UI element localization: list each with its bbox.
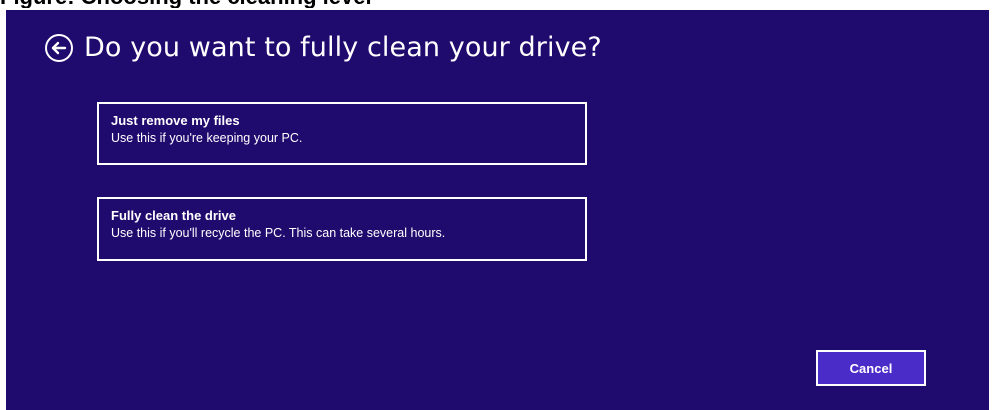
back-arrow-circle-icon[interactable] [44,33,74,63]
option-title: Just remove my files [111,113,240,128]
fully-clean-drive-option[interactable]: Fully clean the drive Use this if you'll… [97,197,587,261]
figure-caption: Figure: Choosing the cleaning level [0,0,994,8]
cancel-button[interactable]: Cancel [816,350,926,386]
just-remove-files-option[interactable]: Just remove my files Use this if you're … [97,102,587,165]
page-header: Do you want to fully clean your drive? [44,32,602,63]
reset-pc-screen: Do you want to fully clean your drive? J… [6,10,989,410]
option-description: Use this if you'll recycle the PC. This … [111,226,446,240]
option-title: Fully clean the drive [111,208,236,223]
page-title: Do you want to fully clean your drive? [84,32,602,63]
option-description: Use this if you're keeping your PC. [111,131,303,145]
